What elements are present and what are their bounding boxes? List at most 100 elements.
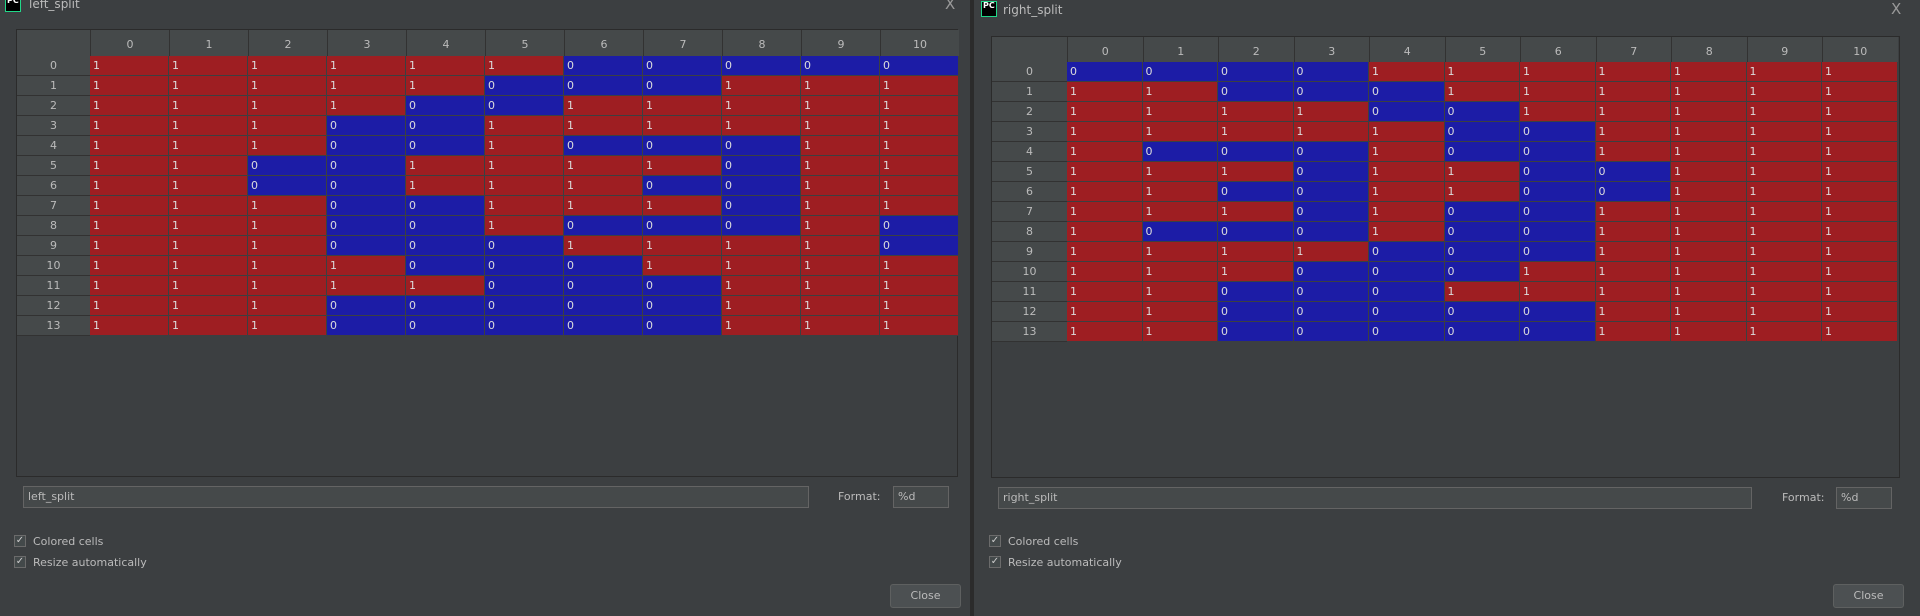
row-header[interactable]: 3 (992, 122, 1067, 142)
column-header[interactable]: 0 (1067, 37, 1143, 62)
array-cell[interactable]: 1 (1444, 282, 1520, 302)
row-header[interactable]: 6 (17, 176, 90, 196)
array-cell[interactable]: 1 (880, 276, 959, 296)
array-cell[interactable]: 0 (643, 56, 722, 76)
array-cell[interactable]: 1 (1746, 262, 1822, 282)
array-cell[interactable]: 1 (169, 56, 248, 76)
array-cell[interactable]: 1 (1067, 302, 1143, 322)
array-cell[interactable]: 0 (1369, 262, 1445, 282)
array-cell[interactable]: 1 (169, 196, 248, 216)
column-header[interactable]: 9 (1746, 37, 1823, 62)
array-cell[interactable]: 0 (1444, 142, 1520, 162)
array-cell[interactable]: 1 (90, 176, 169, 196)
array-cell[interactable]: 0 (1520, 182, 1596, 202)
array-cell[interactable]: 1 (327, 56, 406, 76)
array-cell[interactable]: 1 (169, 136, 248, 156)
resize-automatically-checkbox[interactable]: ✓ (989, 556, 1001, 568)
array-cell[interactable]: 1 (880, 296, 959, 316)
array-cell[interactable]: 1 (169, 236, 248, 256)
array-cell[interactable]: 1 (169, 316, 248, 336)
array-cell[interactable]: 0 (1142, 222, 1218, 242)
array-cell[interactable]: 0 (485, 76, 564, 96)
array-cell[interactable]: 1 (90, 56, 169, 76)
array-cell[interactable]: 0 (1218, 82, 1294, 102)
array-cell[interactable]: 1 (801, 136, 880, 156)
array-cell[interactable]: 0 (880, 236, 959, 256)
column-header[interactable]: 8 (722, 30, 801, 56)
array-cell[interactable]: 0 (1444, 322, 1520, 342)
array-cell[interactable]: 1 (1822, 122, 1898, 142)
array-cell[interactable]: 1 (801, 316, 880, 336)
array-cell[interactable]: 0 (485, 296, 564, 316)
array-cell[interactable]: 1 (485, 176, 564, 196)
array-cell[interactable]: 0 (406, 296, 485, 316)
array-cell[interactable]: 0 (1369, 82, 1445, 102)
array-cell[interactable]: 0 (1369, 282, 1445, 302)
array-cell[interactable]: 0 (1293, 162, 1369, 182)
array-cell[interactable]: 1 (1142, 322, 1218, 342)
array-cell[interactable]: 0 (1520, 222, 1596, 242)
array-cell[interactable]: 1 (1142, 162, 1218, 182)
array-cell[interactable]: 1 (1142, 182, 1218, 202)
row-header[interactable]: 9 (992, 242, 1067, 262)
array-cell[interactable]: 1 (90, 116, 169, 136)
array-cell[interactable]: 0 (564, 76, 643, 96)
array-cell[interactable]: 0 (801, 56, 880, 76)
array-cell[interactable]: 1 (1671, 242, 1747, 262)
array-cell[interactable]: 0 (1369, 242, 1445, 262)
array-cell[interactable]: 1 (1822, 322, 1898, 342)
array-cell[interactable]: 1 (406, 276, 485, 296)
column-header[interactable]: 8 (1671, 37, 1747, 62)
array-cell[interactable]: 1 (1218, 242, 1294, 262)
array-cell[interactable]: 1 (1746, 62, 1822, 82)
array-cell[interactable]: 1 (801, 196, 880, 216)
array-cell[interactable]: 0 (643, 276, 722, 296)
array-cell[interactable]: 1 (1142, 82, 1218, 102)
row-header[interactable]: 5 (992, 162, 1067, 182)
array-cell[interactable]: 1 (406, 56, 485, 76)
array-cell[interactable]: 0 (406, 96, 485, 116)
row-header[interactable]: 1 (17, 76, 90, 96)
array-cell[interactable]: 1 (169, 156, 248, 176)
array-cell[interactable]: 1 (1746, 302, 1822, 322)
column-header[interactable]: 10 (880, 30, 959, 56)
array-cell[interactable]: 1 (1369, 182, 1445, 202)
array-cell[interactable]: 1 (880, 76, 959, 96)
array-cell[interactable]: 1 (1671, 102, 1747, 122)
array-cell[interactable]: 1 (1746, 282, 1822, 302)
array-cell[interactable]: 1 (1444, 82, 1520, 102)
array-cell[interactable]: 1 (1671, 62, 1747, 82)
array-cell[interactable]: 1 (1369, 122, 1445, 142)
array-cell[interactable]: 1 (1520, 102, 1596, 122)
array-cell[interactable]: 1 (406, 176, 485, 196)
array-cell[interactable]: 0 (722, 196, 801, 216)
array-cell[interactable]: 0 (564, 136, 643, 156)
array-cell[interactable]: 1 (801, 216, 880, 236)
array-cell[interactable]: 0 (1067, 62, 1143, 82)
row-header[interactable]: 12 (992, 302, 1067, 322)
array-cell[interactable]: 0 (722, 156, 801, 176)
array-cell[interactable]: 1 (1746, 222, 1822, 242)
array-cell[interactable]: 0 (1520, 322, 1596, 342)
array-cell[interactable]: 1 (1520, 282, 1596, 302)
array-cell[interactable]: 1 (1822, 142, 1898, 162)
array-cell[interactable]: 0 (485, 316, 564, 336)
array-cell[interactable]: 0 (1444, 122, 1520, 142)
column-header[interactable]: 2 (1218, 37, 1294, 62)
array-cell[interactable]: 0 (722, 56, 801, 76)
array-cell[interactable]: 1 (248, 276, 327, 296)
row-header[interactable]: 7 (992, 202, 1067, 222)
array-cell[interactable]: 0 (643, 316, 722, 336)
array-cell[interactable]: 0 (1218, 62, 1294, 82)
array-cell[interactable]: 1 (90, 216, 169, 236)
array-cell[interactable]: 1 (1822, 282, 1898, 302)
array-cell[interactable]: 0 (1444, 262, 1520, 282)
array-cell[interactable]: 1 (248, 236, 327, 256)
row-header[interactable]: 11 (17, 276, 90, 296)
array-cell[interactable]: 0 (1369, 102, 1445, 122)
array-cell[interactable]: 1 (1067, 162, 1143, 182)
array-cell[interactable]: 0 (1293, 222, 1369, 242)
array-cell[interactable]: 1 (880, 316, 959, 336)
array-cell[interactable]: 0 (1444, 222, 1520, 242)
array-cell[interactable]: 1 (1671, 202, 1747, 222)
